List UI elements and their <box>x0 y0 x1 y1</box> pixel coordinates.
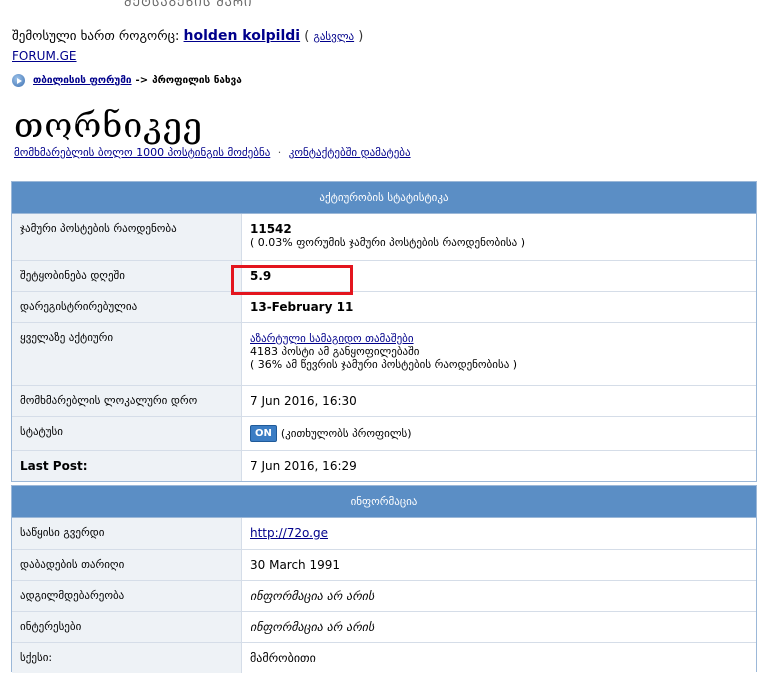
homepage-label: საწყისი გვერდი <box>12 518 242 549</box>
forum-logo[interactable]: ᲛᲔᲢᲡᲐᲑᲔᲬᲘᲡ ᲛᲐᲠᲘ <box>0 0 260 12</box>
total-posts-value: 11542 <box>250 222 292 236</box>
status-cell: ON (კითხულობს პროფილს) <box>241 415 756 450</box>
breadcrumb: თბილისის ფორუმი -> პროფილის ნახვა <box>12 74 242 87</box>
find-posts-link[interactable]: მომხმარებლის ბოლო 1000 პოსტინგის მოძებნა <box>14 146 270 159</box>
registered-value: 13-February 11 <box>241 290 756 322</box>
logo-text: ᲛᲔᲢᲡᲐᲑᲔᲬᲘᲡ ᲛᲐᲠᲘ <box>124 0 253 9</box>
table-row: შეტყობინება დღეში 5.9 <box>12 259 756 291</box>
activity-stats-panel: აქტიურობის სტატისტიკა ჯამური პოსტების რა… <box>11 181 757 482</box>
breadcrumb-separator: -> <box>135 75 149 86</box>
table-row: ჯამური პოსტების რაოდენობა 11542 ( 0.03% … <box>12 214 756 260</box>
login-prefix: შემოსული ხართ როგორც: <box>12 29 180 44</box>
online-status-badge[interactable]: ON <box>250 424 277 442</box>
table-row: Last Post: 7 Jun 2016, 16:29 <box>12 449 756 481</box>
logout-close-paren: ) <box>358 29 364 44</box>
total-posts-cell: 11542 ( 0.03% ფორუმის ჯამური პოსტების რა… <box>242 214 757 260</box>
table-row: სქესი: მამრობითი <box>12 641 756 673</box>
local-time-value: 7 Jun 2016, 16:30 <box>241 384 756 416</box>
total-posts-label: ჯამური პოსტების რაოდენობა <box>12 214 242 260</box>
location-label: ადგილმდებარეობა <box>12 579 242 611</box>
homepage-cell: http://72o.ge <box>242 518 757 549</box>
homepage-link[interactable]: http://72o.ge <box>250 526 328 540</box>
add-contact-link[interactable]: კონტაქტებში დამატება <box>289 146 411 159</box>
breadcrumb-current: პროფილის ნახვა <box>152 75 242 86</box>
registered-label: დარეგისტრირებულია <box>12 290 242 322</box>
birthday-value: 30 March 1991 <box>241 548 756 580</box>
gender-label: სქესი: <box>12 641 242 673</box>
status-activity: (კითხულობს პროფილს) <box>280 426 412 440</box>
username-link[interactable]: holden kolpildi <box>184 28 301 44</box>
logout-open-paren: ( <box>304 29 310 44</box>
birthday-label: დაბადების თარიღი <box>12 548 242 580</box>
profile-title: თორნიკეე <box>14 106 203 146</box>
activity-stats-header: აქტიურობის სტატისტიკა <box>12 182 756 214</box>
interests-label: ინტერესები <box>12 610 242 642</box>
table-row: მომხმარებლის ლოკალური დრო 7 Jun 2016, 16… <box>12 384 756 416</box>
most-active-label: ყველაზე აქტიური <box>12 321 242 385</box>
profile-actions: მომხმარებლის ბოლო 1000 პოსტინგის მოძებნა… <box>14 146 411 159</box>
table-row: ყველაზე აქტიური აზარტული სამაგიდო თამაშე… <box>12 321 756 385</box>
status-label: სტატუსი <box>12 415 242 450</box>
table-row: დაბადების თარიღი 30 March 1991 <box>12 548 756 580</box>
most-active-share: ( 36% ამ წევრის ჯამური პოსტების რაოდენობ… <box>250 357 518 371</box>
info-panel: ინფორმაცია საწყისი გვერდი http://72o.ge … <box>11 485 757 673</box>
most-active-posts: 4183 პოსტი ამ განყოფილებაში <box>250 344 420 358</box>
table-row: დარეგისტრირებულია 13-February 11 <box>12 290 756 322</box>
most-active-cell: აზარტული სამაგიდო თამაშები 4183 პოსტი ამ… <box>241 321 756 385</box>
site-home-link[interactable]: FORUM.GE <box>12 49 77 63</box>
login-status: შემოსული ხართ როგორც: holden kolpildi ( … <box>12 28 363 44</box>
most-active-forum-link[interactable]: აზარტული სამაგიდო თამაშები <box>250 332 414 345</box>
table-row: ინტერესები ინფორმაცია არ არის <box>12 610 756 642</box>
breadcrumb-root-link[interactable]: თბილისის ფორუმი <box>33 75 132 86</box>
info-header: ინფორმაცია <box>12 486 756 518</box>
table-row: საწყისი გვერდი http://72o.ge <box>12 518 756 549</box>
location-value: ინფორმაცია არ არის <box>241 579 756 611</box>
activity-stats-table: ჯამური პოსტების რაოდენობა 11542 ( 0.03% … <box>12 214 756 481</box>
last-post-label: Last Post: <box>12 449 242 481</box>
local-time-label: მომხმარებლის ლოკალური დრო <box>12 384 242 416</box>
play-arrow-icon <box>12 74 25 87</box>
posts-per-day-label: შეტყობინება დღეში <box>12 259 242 291</box>
table-row: სტატუსი ON (კითხულობს პროფილს) <box>12 415 756 450</box>
table-row: ადგილმდებარეობა ინფორმაცია არ არის <box>12 579 756 611</box>
gender-value: მამრობითი <box>241 641 756 673</box>
highlight-box <box>231 265 353 295</box>
link-separator: · <box>277 146 282 159</box>
info-table: საწყისი გვერდი http://72o.ge დაბადების თ… <box>12 518 756 673</box>
logout-link[interactable]: გასვლა <box>313 30 354 43</box>
interests-value: ინფორმაცია არ არის <box>241 610 756 642</box>
total-posts-share: ( 0.03% ფორუმის ჯამური პოსტების რაოდენობ… <box>250 236 526 249</box>
last-post-value: 7 Jun 2016, 16:29 <box>241 449 756 481</box>
